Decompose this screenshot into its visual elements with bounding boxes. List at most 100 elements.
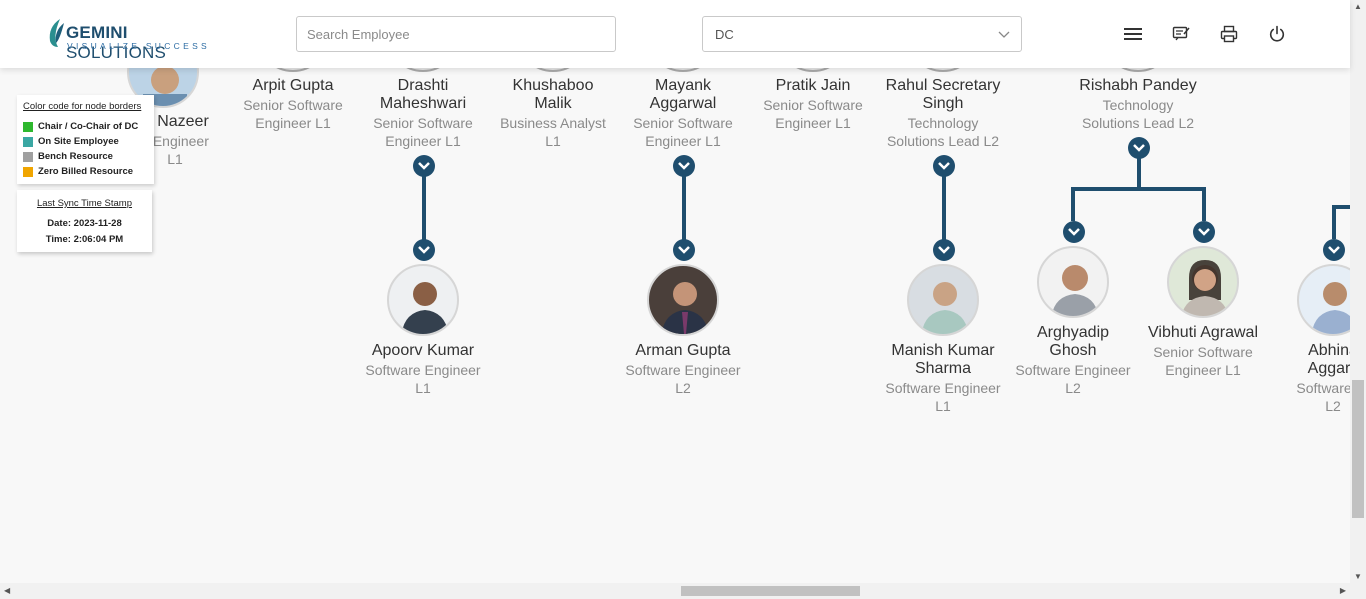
connector-line: [1202, 187, 1206, 221]
employee-role: L1: [935, 398, 951, 414]
connector-line: [422, 176, 426, 240]
employee-role: L2: [675, 380, 691, 396]
employee-role: Solutions Lead L2: [1081, 115, 1195, 131]
scroll-thumb[interactable]: [681, 586, 860, 596]
employee-role: Engineer L1: [385, 133, 461, 149]
employee-name: Malik: [534, 95, 572, 112]
employee-name: Pratik Jain: [775, 77, 851, 94]
collapse-toggle-button[interactable]: [933, 155, 955, 177]
employee-node[interactable]: Rahul Secretary Singh Technology Solutio…: [873, 77, 1013, 150]
employee-node[interactable]: Apoorv Kumar Software Engineer L1: [358, 342, 488, 397]
employee-name: Abhina: [1308, 342, 1350, 359]
print-icon[interactable]: [1219, 24, 1239, 44]
employee-role: Senior Software: [1153, 344, 1253, 360]
top-header: GEMINI SOLUTIONS VISUALIZE SUCCESS DC: [0, 0, 1350, 68]
employee-role: Software Engineer: [1015, 362, 1131, 378]
logo-tagline: VISUALIZE SUCCESS: [67, 41, 211, 51]
expand-toggle-button[interactable]: [1323, 239, 1345, 261]
employee-node[interactable]: Pratik Jain Senior Software Engineer L1: [748, 77, 878, 132]
legend-item: Bench Resource: [23, 151, 113, 162]
employee-name: Vibhuti Agrawal: [1148, 324, 1258, 341]
scroll-down-arrow[interactable]: ▼: [1354, 572, 1362, 581]
expand-toggle-button[interactable]: [413, 239, 435, 261]
connector-line: [1137, 158, 1141, 189]
collapse-toggle-button[interactable]: [413, 155, 435, 177]
scroll-left-arrow[interactable]: ◀: [4, 586, 10, 595]
employee-role: L2: [1325, 398, 1341, 414]
employee-role: Solutions Lead L2: [886, 133, 1000, 149]
avatar[interactable]: [1037, 246, 1109, 318]
employee-node[interactable]: Manish Kumar Sharma Software Engineer L1: [878, 342, 1008, 415]
chevron-down-icon: [1198, 228, 1210, 236]
chevron-down-icon: [938, 246, 950, 254]
scroll-up-arrow[interactable]: ▲: [1354, 2, 1362, 11]
legend-item: Chair / Co-Chair of DC: [23, 121, 138, 132]
horizontal-scrollbar[interactable]: ◀ ▶: [0, 583, 1366, 599]
chevron-down-icon: [418, 162, 430, 170]
power-icon[interactable]: [1267, 24, 1287, 44]
connector-line: [1332, 205, 1336, 239]
employee-name: Mayank: [654, 77, 712, 94]
feedback-icon[interactable]: [1171, 24, 1191, 44]
legend-title: Color code for node borders: [23, 101, 142, 112]
employee-name: Sharma: [914, 360, 972, 377]
employee-node[interactable]: Abhina Aggarv Software Er L2: [1268, 342, 1350, 415]
employee-role: Software Engineer: [625, 362, 741, 378]
employee-name: Maheshwari: [379, 95, 467, 112]
employee-node[interactable]: Mayank Aggarwal Senior Software Engineer…: [618, 77, 748, 150]
scroll-right-arrow[interactable]: ▶: [1340, 586, 1346, 595]
employee-node[interactable]: Vibhuti Agrawal Senior Software Engineer…: [1138, 324, 1268, 379]
expand-toggle-button[interactable]: [1063, 221, 1085, 243]
connector-line: [1071, 187, 1206, 191]
expand-toggle-button[interactable]: [1193, 221, 1215, 243]
employee-node[interactable]: Arpit Gupta Senior Software Engineer L1: [228, 77, 358, 132]
employee-role: Technology: [907, 115, 979, 131]
employee-name: Aggarv: [1307, 360, 1350, 377]
employee-role: Engineer L1: [645, 133, 721, 149]
employee-node[interactable]: Rishabh Pandey Technology Solutions Lead…: [1063, 77, 1213, 132]
employee-name: Arman Gupta: [635, 342, 731, 359]
employee-role: Software Engineer: [365, 362, 481, 378]
employee-role: L2: [1065, 380, 1081, 396]
legend-label: Zero Billed Resource: [38, 166, 134, 177]
legend-item: On Site Employee: [23, 136, 119, 147]
employee-node[interactable]: Drashti Maheshwari Senior Software Engin…: [358, 77, 488, 150]
expand-toggle-button[interactable]: [933, 239, 955, 261]
avatar[interactable]: [1297, 264, 1350, 336]
employee-role: Software Engineer: [885, 380, 1001, 396]
menu-icon[interactable]: [1123, 24, 1143, 44]
employee-role: Software Er: [1296, 380, 1350, 396]
employee-node[interactable]: Arghyadip Ghosh Software Engineer L2: [1008, 324, 1138, 397]
search-employee-input[interactable]: [296, 16, 616, 52]
avatar[interactable]: [647, 264, 719, 336]
legend-swatch: [23, 136, 33, 147]
employee-name: Manish Kumar: [891, 342, 995, 359]
expand-toggle-button[interactable]: [673, 239, 695, 261]
avatar[interactable]: [387, 264, 459, 336]
dc-select-dropdown[interactable]: DC: [702, 16, 1022, 52]
employee-role: Senior Software: [763, 97, 863, 113]
employee-node[interactable]: Khushaboo Malik Business Analyst L1: [488, 77, 618, 150]
employee-node[interactable]: Arman Gupta Software Engineer L2: [618, 342, 748, 397]
employee-name: Ghosh: [1049, 342, 1097, 359]
sync-time: Time: 2:06:04 PM: [45, 234, 124, 245]
vertical-scrollbar[interactable]: ▲ ▼: [1350, 0, 1366, 583]
legend-label: On Site Employee: [38, 136, 119, 147]
employee-name: Drashti: [397, 77, 449, 94]
avatar[interactable]: [907, 264, 979, 336]
scroll-thumb[interactable]: [1352, 380, 1364, 518]
employee-role: Engineer L1: [775, 115, 851, 131]
avatar[interactable]: [1167, 246, 1239, 318]
legend-label: Bench Resource: [38, 151, 113, 162]
chevron-down-icon: [678, 246, 690, 254]
chevron-down-icon: [938, 162, 950, 170]
node-border-legend: Color code for node borders Chair / Co-C…: [17, 95, 154, 184]
dc-select-value: DC: [715, 27, 734, 42]
collapse-toggle-button[interactable]: [1128, 137, 1150, 159]
employee-role: Senior Software: [633, 115, 733, 131]
company-logo[interactable]: GEMINI SOLUTIONS VISUALIZE SUCCESS: [46, 17, 216, 62]
collapse-toggle-button[interactable]: [673, 155, 695, 177]
employee-name: Arpit Gupta: [252, 77, 334, 94]
employee-role: L1: [415, 380, 431, 396]
org-chart-canvas[interactable]: Nazeer e Engineer L1 Arpit Gupta Senior …: [0, 0, 1350, 583]
